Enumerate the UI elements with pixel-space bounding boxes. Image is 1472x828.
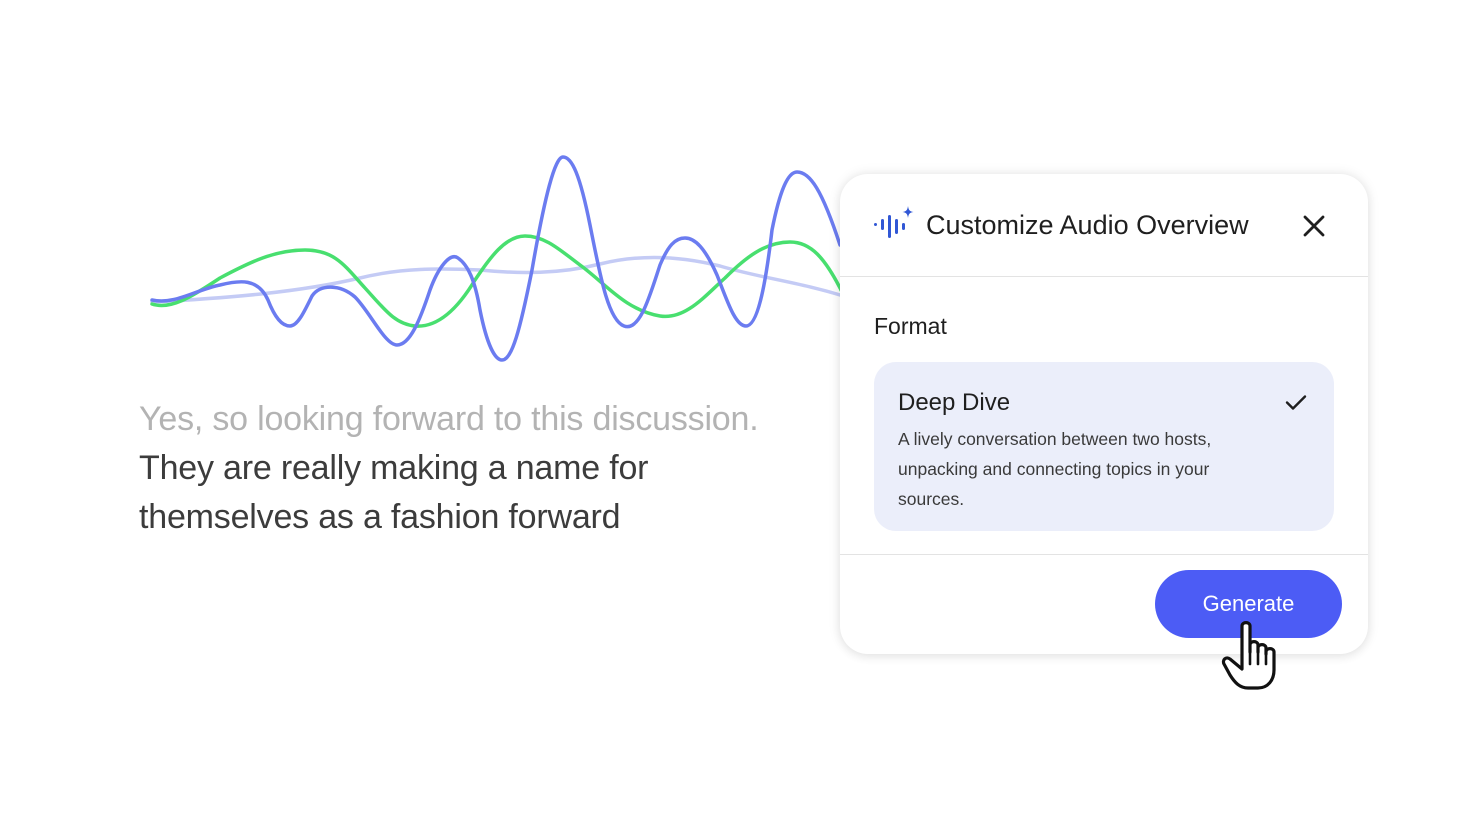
format-option-name: Deep Dive <box>898 389 1011 416</box>
dialog-header: Customize Audio Overview <box>840 174 1368 277</box>
waveform-faded-line <box>150 255 842 304</box>
transcript-line-current-continued: themselves as a fashion forward <box>139 498 621 536</box>
transcript-text: Yes, so looking forward to this discussi… <box>139 395 839 542</box>
audio-sparkle-icon <box>874 206 914 238</box>
generate-button[interactable]: Generate <box>1155 570 1342 638</box>
format-option-deep-dive[interactable]: Deep Dive A lively conversation between … <box>874 362 1334 531</box>
format-option-description: A lively conversation between two hosts,… <box>898 429 1212 509</box>
transcript-line-previous: Yes, so looking forward to this discussi… <box>139 400 759 438</box>
close-icon <box>1303 215 1325 237</box>
checkmark-icon <box>1285 395 1307 410</box>
waveform-blue-line <box>150 155 842 362</box>
footer-divider <box>840 554 1368 555</box>
transcript-line-current: They are really making a name for <box>139 449 649 487</box>
format-section-label: Format <box>874 313 947 339</box>
waveform-green-line <box>150 234 842 328</box>
customize-audio-overview-dialog: Customize Audio Overview Format Deep Div… <box>840 174 1368 654</box>
close-button[interactable] <box>1296 208 1332 244</box>
dialog-title: Customize Audio Overview <box>926 210 1249 240</box>
